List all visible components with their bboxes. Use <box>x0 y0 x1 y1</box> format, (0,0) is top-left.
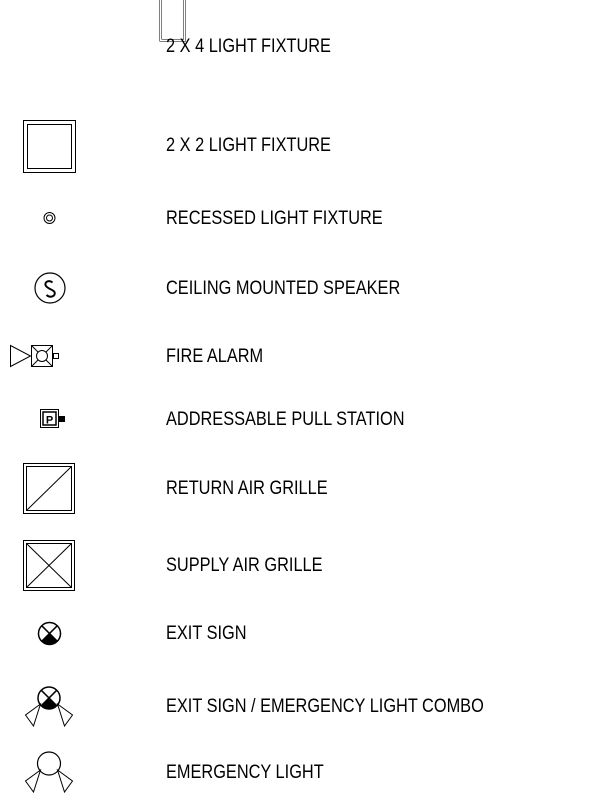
legend-row-pull-station: P ADDRESSABLE PULL STATION <box>0 409 592 430</box>
legend-label: 2 X 2 LIGHT FIXTURE <box>166 135 331 156</box>
legend-row-recessed-light: RECESSED LIGHT FIXTURE <box>0 208 592 229</box>
legend-row-2x2-light-fixture: 2 X 2 LIGHT FIXTURE <box>0 120 592 173</box>
legend-label: RECESSED LIGHT FIXTURE <box>166 208 383 229</box>
legend-label: ADDRESSABLE PULL STATION <box>166 409 405 430</box>
fire-alarm-icon <box>10 344 59 368</box>
legend-row-fire-alarm: FIRE ALARM <box>0 344 592 368</box>
pull-station-letter: P <box>46 415 53 427</box>
legend-row-exit-emergency-combo: EXIT SIGN / EMERGENCY LIGHT COMBO <box>0 686 592 728</box>
legend-label: EXIT SIGN <box>166 623 247 644</box>
legend-row-2x4-light-fixture: 2 X 4 LIGHT FIXTURE <box>0 0 592 57</box>
exit-sign-icon <box>37 621 62 646</box>
legend-label: SUPPLY AIR GRILLE <box>166 555 323 576</box>
legend-row-supply-air-grille: SUPPLY AIR GRILLE <box>0 540 592 591</box>
legend-label: FIRE ALARM <box>166 346 264 367</box>
legend-row-exit-sign: EXIT SIGN <box>0 621 592 646</box>
legend-label: EMERGENCY LIGHT <box>166 762 324 783</box>
legend-label: EXIT SIGN / EMERGENCY LIGHT COMBO <box>166 696 484 717</box>
legend-row-speaker: CEILING MOUNTED SPEAKER <box>0 272 592 304</box>
legend-row-emergency-light: EMERGENCY LIGHT <box>0 751 592 794</box>
legend-label: 2 X 4 LIGHT FIXTURE <box>166 36 331 57</box>
legend-label: RETURN AIR GRILLE <box>166 478 328 499</box>
legend-row-return-air-grille: RETURN AIR GRILLE <box>0 463 592 514</box>
legend-label: CEILING MOUNTED SPEAKER <box>166 278 401 299</box>
